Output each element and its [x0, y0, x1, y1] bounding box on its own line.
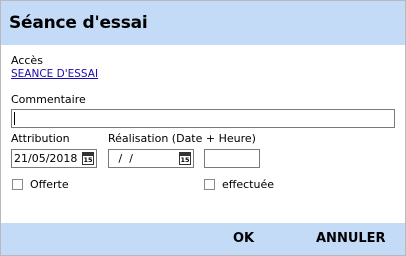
calendar-icon[interactable]: 15: [179, 152, 191, 165]
ok-button[interactable]: OK: [233, 231, 254, 246]
commentaire-label: Commentaire: [11, 93, 86, 106]
effectuee-label: effectuée: [222, 178, 274, 191]
realisation-date-field[interactable]: 15: [108, 149, 194, 168]
effectuee-checkbox[interactable]: [204, 179, 215, 190]
seance-dialog: Séance d'essai Accès SEANCE D'ESSAI Comm…: [0, 0, 406, 256]
attribution-label: Attribution: [11, 132, 70, 145]
dialog-header: Séance d'essai: [1, 1, 405, 45]
acces-link[interactable]: SEANCE D'ESSAI: [11, 68, 98, 80]
dialog-footer: OK ANNULER: [1, 223, 405, 255]
offerte-label: Offerte: [30, 178, 69, 191]
dialog-title: Séance d'essai: [9, 13, 148, 33]
realisation-label: Réalisation (Date + Heure): [108, 132, 256, 145]
offerte-checkbox[interactable]: [12, 179, 23, 190]
commentaire-input[interactable]: [12, 110, 394, 127]
cancel-button[interactable]: ANNULER: [316, 231, 386, 246]
calendar-icon[interactable]: 15: [82, 152, 94, 165]
realisation-time-input[interactable]: [205, 150, 259, 167]
realisation-time-field[interactable]: [204, 149, 260, 168]
acces-label: Accès: [11, 54, 43, 67]
text-cursor: [14, 112, 15, 125]
attribution-date-field[interactable]: 15: [11, 149, 97, 168]
commentaire-field[interactable]: [11, 109, 395, 128]
